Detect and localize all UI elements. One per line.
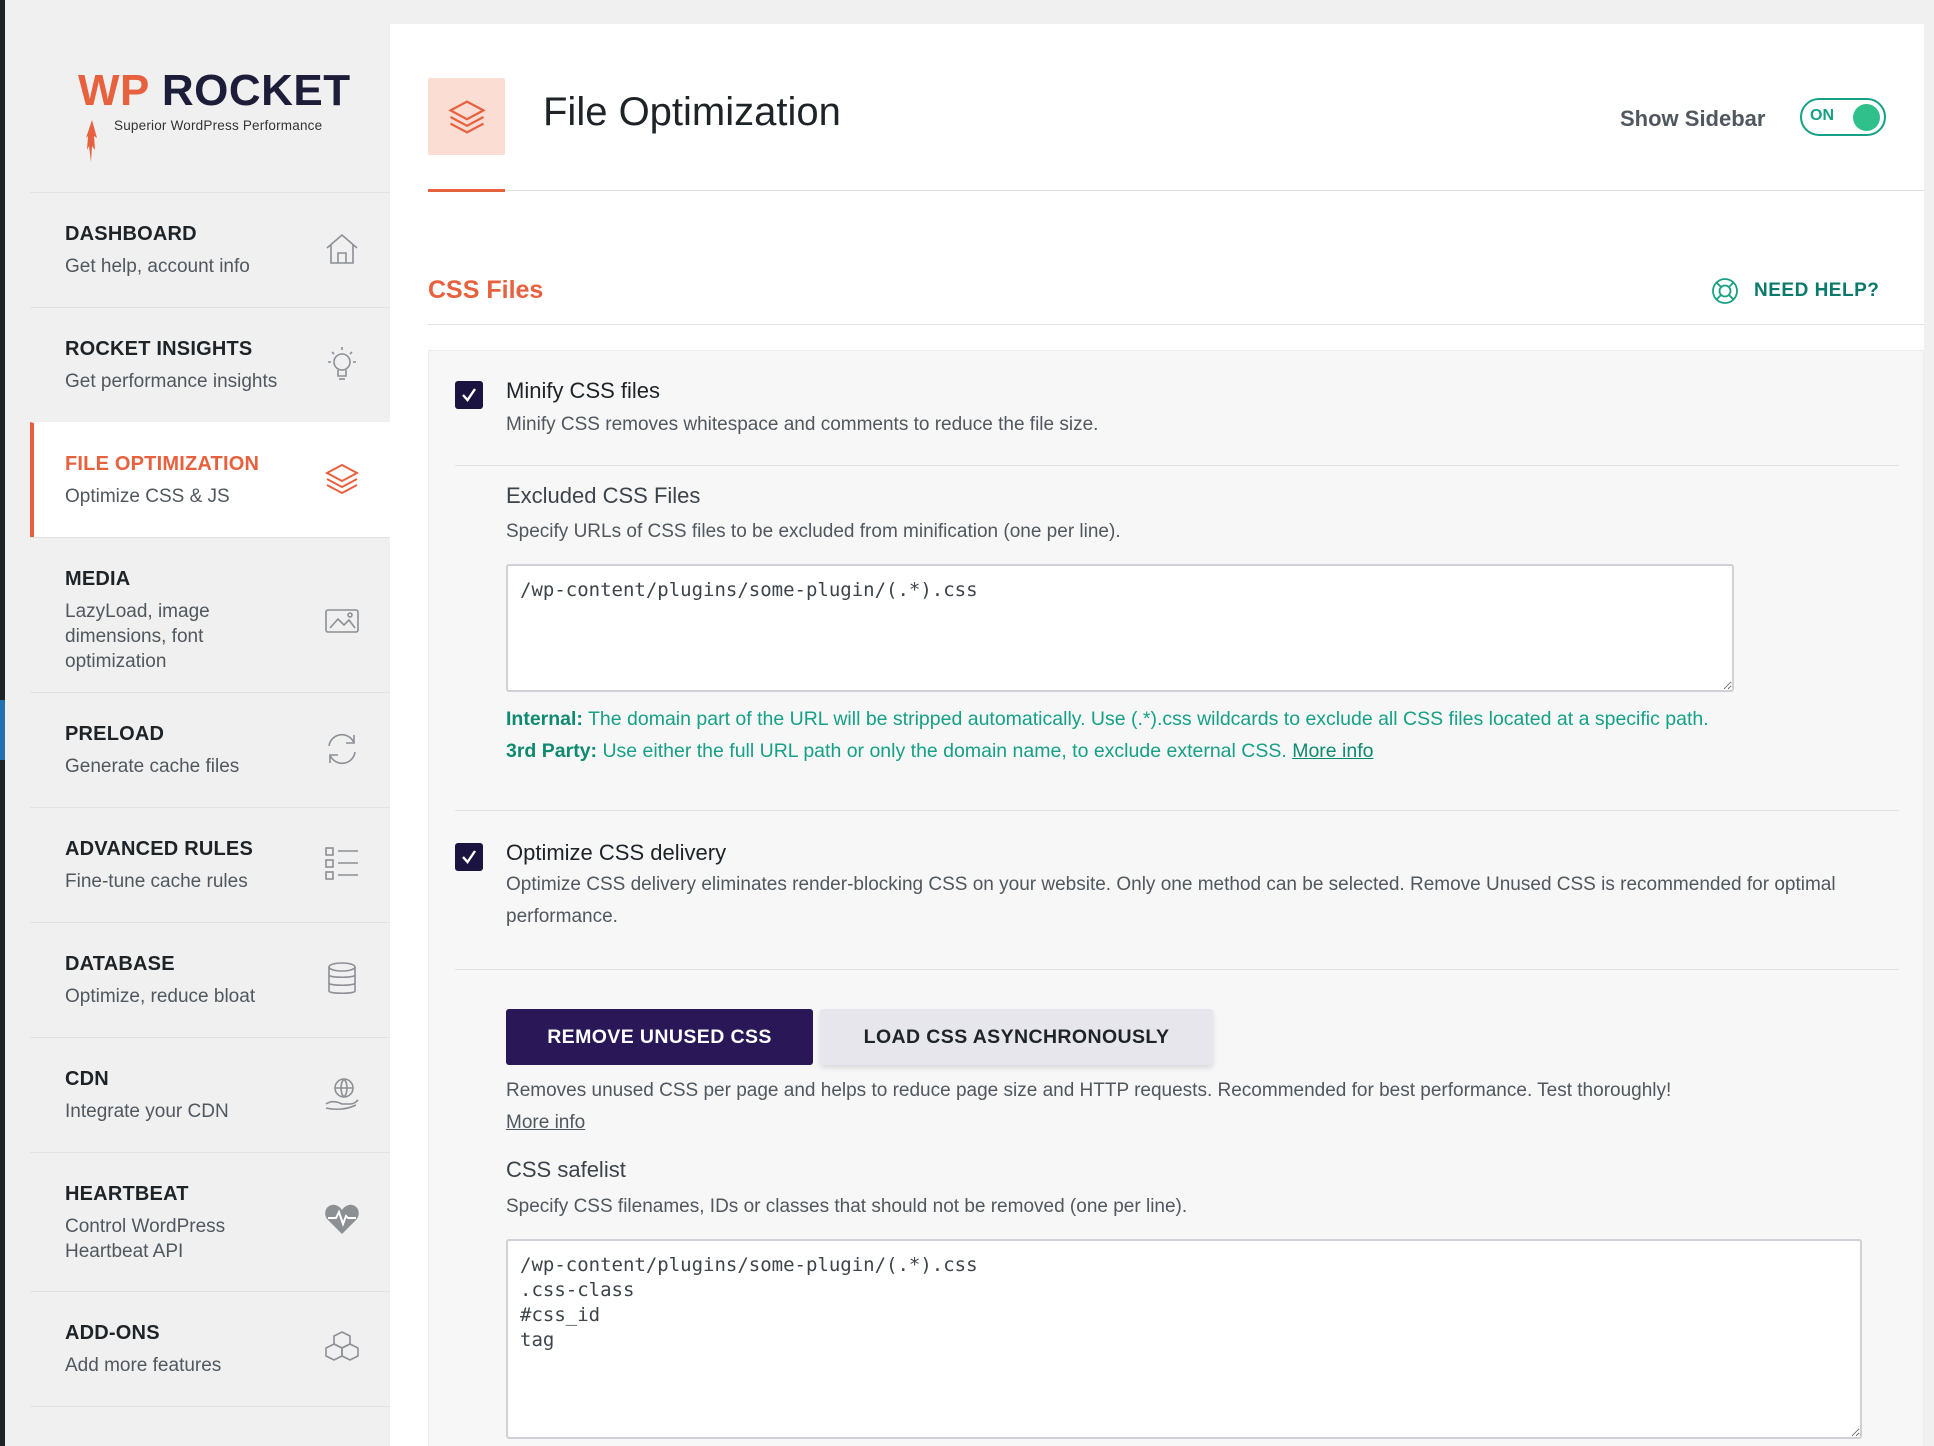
css-safelist-description: Specify CSS filenames, IDs or classes th… [506,1196,1188,1217]
layers-icon [428,78,505,155]
cubes-icon [325,1331,359,1361]
admin-menu-collapse-tab[interactable] [0,700,5,760]
excluded-css-note: Internal: The domain part of the URL wil… [506,708,1709,762]
css-safelist-textarea[interactable]: /wp-content/plugins/some-plugin/(.*).css… [506,1239,1862,1439]
checkmark-icon [462,388,476,402]
divider [455,810,1899,811]
divider [455,465,1899,466]
heart-pulse-icon [325,1204,359,1234]
show-sidebar-label: Show Sidebar [1620,106,1766,131]
load-css-async-button[interactable]: LOAD CSS ASYNCHRONOUSLY [820,1009,1213,1065]
wp-rocket-sidebar: WP ROCKET Superior WordPress Performance… [30,24,390,1446]
optimize-css-delivery-checkbox[interactable] [455,843,483,871]
rocket-flame-icon [86,120,97,162]
list-icon [325,847,358,880]
optimize-css-delivery-title: Optimize CSS delivery [506,840,727,865]
show-sidebar-toggle[interactable]: ON [1800,98,1886,136]
database-icon [328,962,356,995]
checkmark-icon [462,850,476,864]
wp-rocket-logo: WP ROCKET Superior WordPress Performance [30,24,390,192]
sidebar-divider [30,1406,390,1408]
refresh-icon [328,733,356,765]
sidebar-item-preload[interactable]: PRELOAD Generate cache files [30,692,390,807]
sidebar-item-advanced-rules[interactable]: ADVANCED RULES Fine-tune cache rules [30,807,390,922]
minify-css-description: Minify CSS removes whitespace and commen… [506,414,1099,435]
need-help-link[interactable]: NEED HELP? [1710,276,1879,306]
optimize-css-delivery-description: Optimize CSS delivery eliminates render-… [506,874,1836,927]
sidebar-item-cdn[interactable]: CDN Integrate your CDN [30,1037,390,1152]
remove-unused-more-info-link[interactable]: More info [506,1112,585,1133]
divider [455,969,1899,970]
title-divider [428,190,1924,191]
css-files-card: Minify CSS files Minify CSS removes whit… [428,350,1924,1446]
minify-css-title: Minify CSS files [506,378,661,403]
remove-unused-css-button[interactable]: REMOVE UNUSED CSS [506,1009,813,1065]
main-panel: File Optimization Show Sidebar ON CSS Fi… [390,24,1924,1446]
minify-css-checkbox[interactable] [455,381,483,409]
sidebar-item-media[interactable]: MEDIA LazyLoad, image dimensions, font o… [30,537,390,692]
image-icon [325,609,359,633]
sidebar-item-heartbeat[interactable]: HEARTBEAT Control WordPress Heartbeat AP… [30,1152,390,1291]
globe-hand-icon [325,1078,359,1111]
sidebar-item-add-ons[interactable]: ADD-ONS Add more features [30,1291,390,1406]
remove-unused-css-description: Removes unused CSS per page and helps to… [506,1080,1672,1133]
excluded-css-label: Excluded CSS Files [506,483,701,508]
excluded-more-info-link[interactable]: More info [1292,740,1373,762]
sidebar-item-file-optimization[interactable]: FILE OPTIMIZATION Optimize CSS & JS [30,422,390,537]
sidebar-item-dashboard[interactable]: DASHBOARD Get help, account info [30,192,390,307]
layers-icon [324,463,360,495]
title-accent [428,189,505,192]
toggle-knob [1853,104,1880,131]
sidebar-item-database[interactable]: DATABASE Optimize, reduce bloat [30,922,390,1037]
lightbulb-icon [328,347,356,380]
excluded-css-description: Specify URLs of CSS files to be excluded… [506,521,1121,542]
section-divider [428,324,1924,325]
section-title: CSS Files [428,276,544,304]
sidebar-item-rocket-insights[interactable]: ROCKET INSIGHTS Get performance insights [30,307,390,422]
excluded-css-textarea[interactable]: /wp-content/plugins/some-plugin/(.*).css [506,564,1734,692]
home-icon [326,233,358,264]
lifebuoy-icon [1712,278,1738,304]
page-title: File Optimization [543,90,841,134]
css-safelist-label: CSS safelist [506,1157,626,1182]
